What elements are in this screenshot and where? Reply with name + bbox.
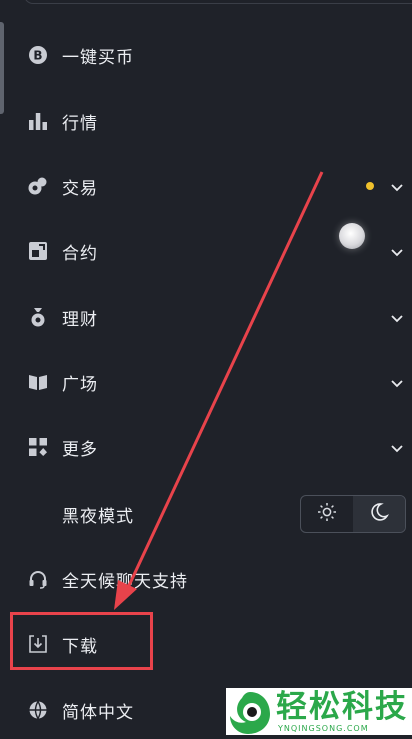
annotation-highlight-box <box>10 612 153 670</box>
moon-icon <box>369 502 390 526</box>
book-icon <box>28 372 48 392</box>
headset-icon <box>28 569 48 589</box>
money-bag-icon <box>28 307 48 327</box>
menu-label: 合约 <box>62 243 98 264</box>
bar-chart-icon <box>28 111 48 131</box>
grid-icon <box>28 437 48 457</box>
menu-label: 理财 <box>62 309 98 330</box>
menu-label: 更多 <box>62 439 98 460</box>
globe-icon <box>28 700 48 720</box>
menu-item-trade[interactable]: 交易 <box>0 164 412 208</box>
menu-label: 一键买币 <box>62 47 134 68</box>
menu-label: 黑夜模式 <box>62 506 134 527</box>
menu-label: 行情 <box>62 113 98 134</box>
menu-item-more[interactable]: 更多 <box>0 425 412 469</box>
menu-item-square[interactable]: 广场 <box>0 360 412 404</box>
menu-label: 广场 <box>62 374 98 395</box>
trade-icon <box>28 176 48 196</box>
svg-text:B: B <box>33 49 42 63</box>
watermark-subtitle: YNQINGSONG.COM <box>278 724 369 733</box>
bitcoin-icon: B <box>28 45 48 65</box>
watermark: 轻松科技 YNQINGSONG.COM <box>226 688 412 735</box>
menu-item-finance[interactable]: 理财 <box>0 295 412 339</box>
menu-label: 简体中文 <box>62 702 134 723</box>
theme-light-option[interactable] <box>301 496 353 532</box>
chevron-down-icon[interactable] <box>390 310 404 324</box>
sun-icon <box>317 502 337 526</box>
watermark-title: 轻松科技 <box>276 689 408 725</box>
chevron-down-icon[interactable] <box>390 375 404 389</box>
notification-dot <box>366 182 374 190</box>
touch-indicator <box>339 223 365 249</box>
watermark-logo-icon <box>226 688 274 735</box>
menu-item-buy-crypto[interactable]: B 一键买币 <box>0 33 412 77</box>
menu-item-market[interactable]: 行情 <box>0 99 412 143</box>
menu-label: 全天候聊天支持 <box>62 571 188 592</box>
chevron-down-icon[interactable] <box>390 440 404 454</box>
contract-icon <box>28 241 48 261</box>
chevron-down-icon[interactable] <box>390 244 404 258</box>
top-border <box>24 0 412 4</box>
menu-item-support[interactable]: 全天候聊天支持 <box>0 557 412 601</box>
theme-dark-option[interactable] <box>353 496 405 532</box>
menu-label: 交易 <box>62 178 98 199</box>
theme-toggle[interactable] <box>300 495 406 533</box>
chevron-down-icon[interactable] <box>390 179 404 193</box>
